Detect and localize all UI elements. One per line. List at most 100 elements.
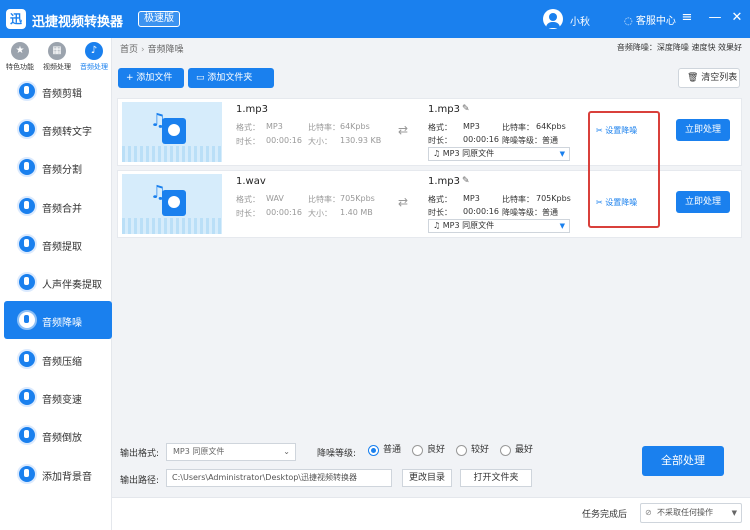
audio-file-icon bbox=[162, 190, 186, 216]
category-tabs: ★ 特色功能 ▦ 视频处理 ♪ 音频处理 bbox=[0, 38, 112, 76]
sidebar-item-label: 音频变速 bbox=[42, 395, 82, 406]
radio-label: 较好 bbox=[471, 445, 490, 455]
sidebar-item-label: 音频分割 bbox=[42, 165, 82, 176]
user-avatar-icon[interactable] bbox=[543, 9, 563, 29]
vocal-icon bbox=[17, 272, 37, 292]
noise-level: 普通 bbox=[542, 208, 558, 217]
sidebar-item-audio-split[interactable]: 音频分割 bbox=[4, 148, 112, 186]
radio-label: 最好 bbox=[515, 445, 534, 455]
sidebar-item-add-bgm[interactable]: 添加背景音 bbox=[4, 455, 112, 493]
input-bitrate: 64Kpbs bbox=[340, 122, 370, 131]
breadcrumb-home[interactable]: 首页 bbox=[120, 45, 138, 55]
convert-arrow-icon: ⇄ bbox=[397, 195, 409, 209]
tab-featured[interactable]: ★ 特色功能 bbox=[2, 40, 38, 74]
sidebar-item-vocal-extract[interactable]: 人声伴奏提取 bbox=[4, 263, 112, 301]
chevron-down-icon: ⌄ bbox=[283, 447, 290, 456]
output-format: MP3 bbox=[463, 122, 480, 131]
input-size: 130.93 KB bbox=[340, 136, 382, 145]
output-format-select[interactable]: ♫ MP3 同原文件 ▼ bbox=[428, 147, 570, 161]
after-task-select[interactable]: ⊘ 不采取任何操作 ▼ bbox=[640, 503, 742, 523]
waveform-icon bbox=[122, 146, 222, 162]
noise-level-label: 降噪等级： bbox=[502, 136, 542, 145]
noise-level: 普通 bbox=[542, 136, 558, 145]
output-duration: 00:00:16 bbox=[463, 135, 499, 144]
output-format-select[interactable]: ♫ MP3 同原文件 ▼ bbox=[428, 219, 570, 233]
change-directory-button[interactable]: 更改目录 bbox=[402, 469, 452, 487]
app-title: 迅捷视频转换器 bbox=[32, 15, 124, 30]
sidebar-item-label: 音频压缩 bbox=[42, 357, 82, 368]
split-icon bbox=[17, 157, 37, 177]
customer-service-button[interactable]: ◌ 客服中心 bbox=[624, 12, 676, 27]
dropdown-caret-icon: ▼ bbox=[559, 222, 565, 230]
output-duration-label: 时长： bbox=[428, 208, 452, 217]
sidebar-item-audio-speed[interactable]: 音频变速 bbox=[4, 378, 112, 416]
output-path-field[interactable]: C:\Users\Administrator\Desktop\迅捷视频转换器 bbox=[166, 469, 392, 487]
sidebar-item-audio-cut[interactable]: 音频剪辑 bbox=[4, 72, 112, 110]
tab-audio[interactable]: ♪ 音频处理 bbox=[76, 40, 112, 74]
merge-icon bbox=[17, 196, 37, 216]
process-now-button[interactable]: 立即处理 bbox=[676, 191, 730, 213]
output-format-select-value: ♫ MP3 同原文件 bbox=[433, 221, 495, 230]
noise-level-label: 降噪等级: bbox=[317, 449, 357, 459]
add-folder-button[interactable]: ▭ 添加文件夹 bbox=[188, 68, 274, 88]
global-output-format-select[interactable]: MP3 同原文件 ⌄ bbox=[166, 443, 296, 461]
radio-dot-icon bbox=[456, 445, 467, 456]
sidebar-item-label: 音频转文字 bbox=[42, 127, 92, 138]
input-duration: 00:00:16 bbox=[266, 136, 302, 145]
dropdown-caret-icon: ▼ bbox=[559, 150, 565, 158]
sidebar-item-noise-reduction[interactable]: 音频降噪 bbox=[4, 301, 112, 339]
clear-list-button[interactable]: 🗑 清空列表 bbox=[678, 68, 740, 88]
input-bitrate-label: 比特率： bbox=[308, 123, 340, 132]
tab-featured-label: 特色功能 bbox=[6, 63, 34, 71]
tab-audio-label: 音频处理 bbox=[80, 63, 108, 71]
prohibited-icon: ⊘ bbox=[645, 508, 652, 517]
add-file-button[interactable]: + 添加文件 bbox=[118, 68, 184, 88]
sidebar-item-label: 添加背景音 bbox=[42, 472, 92, 483]
sidebar-item-label: 音频剪辑 bbox=[42, 89, 82, 100]
input-size: 1.40 MB bbox=[340, 208, 373, 217]
sidebar-item-label: 音频合并 bbox=[42, 204, 82, 215]
tab-video[interactable]: ▦ 视频处理 bbox=[39, 40, 75, 74]
sidebar-item-audio-reverse[interactable]: 音频倒放 bbox=[4, 416, 112, 454]
tab-video-label: 视频处理 bbox=[43, 63, 71, 71]
process-all-button[interactable]: 全部处理 bbox=[642, 446, 724, 476]
output-format-label: 输出格式: bbox=[120, 449, 160, 459]
input-file-name: 1.wav bbox=[236, 176, 266, 187]
output-bitrate: 64Kpbs bbox=[536, 122, 566, 131]
sidebar: ★ 特色功能 ▦ 视频处理 ♪ 音频处理 音频剪辑 音频转文字 音频分割 音频合… bbox=[0, 38, 112, 530]
output-bitrate-label: 比特率： bbox=[502, 123, 534, 132]
menu-icon[interactable]: ≡ bbox=[678, 9, 696, 27]
input-format: MP3 bbox=[266, 122, 283, 131]
audio-file-icon bbox=[162, 118, 186, 144]
input-size-label: 大小： bbox=[308, 209, 332, 218]
minimize-button[interactable]: — bbox=[706, 9, 724, 27]
output-format-label: 格式： bbox=[428, 123, 452, 132]
input-format-label: 格式： bbox=[236, 195, 260, 204]
title-bar: 迅 迅捷视频转换器 极速版 小秋 ◌ 客服中心 ≡ — ✕ bbox=[0, 0, 750, 38]
input-bitrate: 705Kpbs bbox=[340, 194, 375, 203]
edit-icon[interactable]: ✎ bbox=[462, 104, 470, 114]
after-task-value: 不采取任何操作 bbox=[657, 508, 713, 517]
input-format: WAV bbox=[266, 194, 284, 203]
open-folder-button[interactable]: 打开文件夹 bbox=[460, 469, 532, 487]
sidebar-item-audio-extract[interactable]: 音频提取 bbox=[4, 225, 112, 263]
breadcrumb: 首页 › 音频降噪 bbox=[120, 42, 184, 55]
output-file-name: 1.mp3 bbox=[428, 104, 460, 115]
after-task-label: 任务完成后 bbox=[582, 510, 628, 520]
text-icon bbox=[17, 119, 37, 139]
output-duration: 00:00:16 bbox=[463, 207, 499, 216]
audio-thumbnail: ♫ bbox=[122, 174, 222, 234]
highlight-annotation bbox=[588, 111, 660, 228]
sidebar-item-label: 音频提取 bbox=[42, 242, 82, 253]
sidebar-item-audio-compress[interactable]: 音频压缩 bbox=[4, 340, 112, 378]
background-music-icon bbox=[17, 464, 37, 484]
user-name[interactable]: 小秋 bbox=[570, 13, 590, 28]
noise-level-label: 降噪等级： bbox=[502, 208, 542, 217]
audio-thumbnail: ♫ bbox=[122, 102, 222, 162]
sidebar-item-audio-to-text[interactable]: 音频转文字 bbox=[4, 110, 112, 148]
edit-icon[interactable]: ✎ bbox=[462, 176, 470, 186]
sidebar-item-audio-merge[interactable]: 音频合并 bbox=[4, 187, 112, 225]
output-duration-label: 时长： bbox=[428, 136, 452, 145]
process-now-button[interactable]: 立即处理 bbox=[676, 119, 730, 141]
close-button[interactable]: ✕ bbox=[728, 9, 746, 27]
